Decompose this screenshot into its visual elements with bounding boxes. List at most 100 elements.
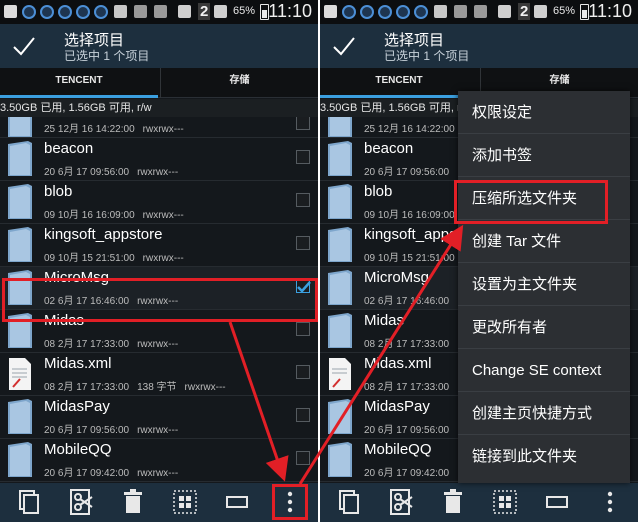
file-meta: 20 6月 17 09:42:00 rwxrwx--- [44, 468, 179, 479]
folder-icon [8, 399, 32, 434]
action-bar: 选择项目 已选中 1 个项目 [320, 24, 638, 68]
wifi-icon [498, 5, 511, 18]
menu-item-add-bookmark[interactable]: 添加书签 [458, 134, 630, 177]
qq-icon [342, 5, 356, 19]
signal-icon [214, 5, 227, 18]
select-checkbox[interactable] [296, 322, 310, 336]
file-name: blob [364, 183, 393, 200]
select-all-icon[interactable] [490, 487, 520, 517]
select-checkbox[interactable] [296, 193, 310, 207]
status-bar: 2 65% 11:10 [320, 0, 638, 24]
list-item[interactable]: Midas.xml 08 2月 17 17:33:00 138 字节 rwxrwx-… [0, 353, 318, 396]
select-checkbox-checked[interactable] [296, 279, 311, 293]
action-bar: 选择项目 已选中 1 个项目 [0, 24, 318, 68]
check-icon[interactable] [332, 32, 356, 60]
tab-tencent[interactable]: TENCENT [0, 68, 158, 98]
folder-icon [8, 313, 32, 348]
folder-icon [8, 141, 32, 176]
file-name: Midas.xml [364, 355, 432, 372]
tab-tencent[interactable]: TENCENT [320, 68, 478, 98]
folder-icon [328, 184, 352, 219]
select-checkbox[interactable] [296, 117, 310, 130]
list-item-selected[interactable]: MicroMsg 02 6月 17 16:46:00 rwxrwx--- [0, 267, 318, 310]
file-meta: 09 10月 15 21:51:00 [364, 253, 455, 264]
list-item[interactable]: MobileQQ 20 6月 17 09:42:00 rwxrwx--- [0, 439, 318, 482]
rename-icon[interactable] [222, 487, 252, 517]
menu-item-create-shortcut[interactable]: 创建主页快捷方式 [458, 392, 630, 435]
select-checkbox[interactable] [296, 451, 310, 465]
delete-icon[interactable] [118, 487, 148, 517]
folder-icon [8, 117, 32, 137]
wifi-icon [178, 5, 191, 18]
copy-icon[interactable] [334, 487, 364, 517]
menu-item-change-se-context[interactable]: Change SE context [458, 349, 630, 392]
list-item[interactable]: 25 12月 16 14:22:00 rwxrwx--- [0, 117, 318, 138]
folder-icon [328, 141, 352, 176]
qq-icon [414, 5, 428, 19]
check-icon[interactable] [12, 32, 36, 60]
qq-icon [76, 5, 90, 19]
file-name: MicroMsg [364, 269, 430, 286]
selection-count: 已选中 1 个项目 [64, 49, 150, 63]
sim-indicator: 2 [518, 3, 531, 20]
rename-icon[interactable] [542, 487, 572, 517]
file-meta: 20 6月 17 09:56:00 rwxrwx--- [44, 167, 179, 178]
left-screen: 2 65% 11:10 选择项目 已选中 1 个项目 TENCENT 存储 3.… [0, 0, 318, 522]
file-meta: 09 10月 16 16:09:00 [364, 210, 455, 221]
select-checkbox[interactable] [296, 408, 310, 422]
file-meta: 02 6月 17 16:46:00 [364, 296, 450, 307]
file-meta: 09 10月 16 16:09:00 rwxrwx--- [44, 210, 184, 221]
selection-count: 已选中 1 个项目 [384, 49, 470, 63]
overflow-menu-icon[interactable] [595, 487, 625, 517]
folder-icon [8, 184, 32, 219]
select-checkbox[interactable] [296, 150, 310, 164]
xml-file-icon [9, 358, 31, 390]
weather-icon [434, 5, 447, 18]
overflow-menu-icon[interactable] [275, 487, 305, 517]
file-meta: 20 6月 17 09:56:00 [364, 167, 450, 178]
select-checkbox[interactable] [296, 236, 310, 250]
select-checkbox[interactable] [296, 365, 310, 379]
nfc-icon [154, 5, 167, 18]
menu-item-link-folder[interactable]: 链接到此文件夹 [458, 435, 630, 478]
list-item[interactable]: blob 09 10月 16 16:09:00 rwxrwx--- [0, 181, 318, 224]
copy-icon[interactable] [14, 487, 44, 517]
list-item[interactable]: Midas 08 2月 17 17:33:00 rwxrwx--- [0, 310, 318, 353]
file-meta: 08 2月 17 17:33:00 [364, 382, 450, 393]
checkmark-icon [297, 281, 311, 293]
cut-icon[interactable] [66, 487, 96, 517]
file-name: kingsoft_appstore [44, 226, 163, 243]
menu-item-set-home-folder[interactable]: 设置为主文件夹 [458, 263, 630, 306]
sim-indicator: 2 [198, 3, 211, 20]
mute-icon [134, 5, 147, 18]
file-list: 25 12月 16 14:22:00 rwxrwx--- beacon 20 6月… [0, 117, 318, 483]
nfc-icon [474, 5, 487, 18]
file-name: Midas [44, 312, 85, 329]
folder-icon [328, 117, 352, 137]
right-screen: 2 65% 11:10 选择项目 已选中 1 个项目 TENCENT 存储 3.… [320, 0, 638, 522]
menu-item-compress-folder[interactable]: 压缩所选文件夹 [458, 177, 630, 220]
xml-file-icon [329, 358, 351, 390]
mute-icon [454, 5, 467, 18]
list-item[interactable]: kingsoft_appstore 09 10月 15 21:51:00 rwxr… [0, 224, 318, 267]
menu-item-change-owner[interactable]: 更改所有者 [458, 306, 630, 349]
menu-item-permissions[interactable]: 权限设定 [458, 91, 630, 134]
signal-icon [534, 5, 547, 18]
file-meta: 08 2月 17 17:33:00 [364, 339, 450, 350]
cut-icon[interactable] [386, 487, 416, 517]
tab-storage[interactable]: 存储 [160, 68, 318, 98]
folder-icon [328, 227, 352, 262]
battery-percent: 65% [233, 5, 256, 17]
list-item[interactable]: MidasPay 20 6月 17 09:56:00 rwxrwx--- [0, 396, 318, 439]
file-name: MobileQQ [364, 441, 432, 458]
file-name: beacon [364, 140, 414, 157]
folder-icon [328, 399, 352, 434]
file-meta: 08 2月 17 17:33:00 138 字节 rwxrwx--- [44, 382, 226, 393]
delete-icon[interactable] [438, 487, 468, 517]
select-all-icon[interactable] [170, 487, 200, 517]
notification-plus-icon [4, 5, 17, 18]
overflow-menu: 权限设定 添加书签 压缩所选文件夹 创建 Tar 文件 设置为主文件夹 更改所有… [458, 91, 630, 483]
list-item[interactable]: beacon 20 6月 17 09:56:00 rwxrwx--- [0, 138, 318, 181]
file-meta: 02 6月 17 16:46:00 rwxrwx--- [44, 296, 179, 307]
menu-item-create-tar[interactable]: 创建 Tar 文件 [458, 220, 630, 263]
